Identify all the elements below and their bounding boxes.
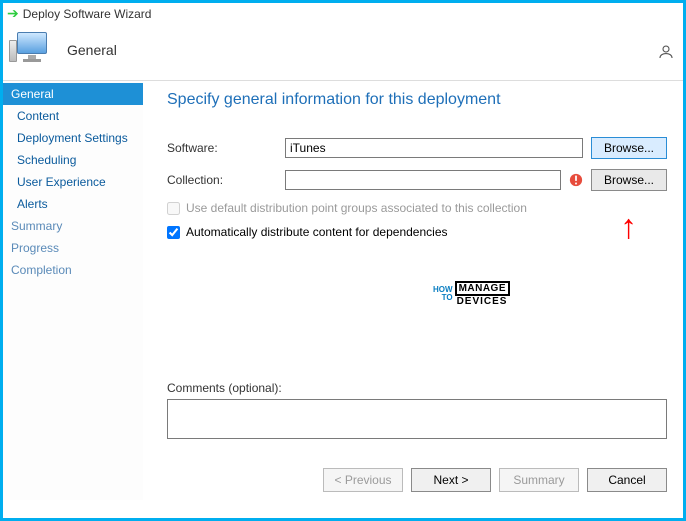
sidebar-item-user-experience[interactable]: User Experience: [3, 171, 143, 193]
title-bar: ➔ Deploy Software Wizard: [3, 3, 683, 24]
software-input[interactable]: [285, 138, 583, 158]
wizard-steps-sidebar: GeneralContentDeployment SettingsSchedul…: [3, 81, 143, 500]
browse-software-button[interactable]: Browse...: [591, 137, 667, 159]
default-dp-label: Use default distribution point groups as…: [186, 201, 527, 215]
page-heading: Specify general information for this dep…: [167, 91, 667, 109]
auto-distribute-row: Automatically distribute content for dep…: [167, 225, 667, 239]
cancel-button[interactable]: Cancel: [587, 468, 667, 492]
window-title: Deploy Software Wizard: [23, 7, 152, 21]
auto-distribute-label: Automatically distribute content for dep…: [186, 225, 448, 239]
comments-area: Comments (optional):: [167, 381, 667, 442]
warning-icon: [569, 173, 583, 187]
sidebar-item-progress[interactable]: Progress: [3, 237, 143, 259]
watermark-manage: MANAGE: [455, 281, 510, 296]
collection-label: Collection:: [167, 173, 277, 187]
computer-icon: [13, 30, 53, 70]
sidebar-item-alerts[interactable]: Alerts: [3, 193, 143, 215]
previous-button: < Previous: [323, 468, 403, 492]
wizard-header: General: [3, 24, 683, 80]
wizard-arrow-icon: ➔: [7, 5, 19, 22]
collection-input[interactable]: [285, 170, 561, 190]
sidebar-item-scheduling[interactable]: Scheduling: [3, 149, 143, 171]
watermark-to: TO: [433, 294, 453, 302]
sidebar-item-content[interactable]: Content: [3, 105, 143, 127]
comments-textarea[interactable]: [167, 399, 667, 439]
comments-label: Comments (optional):: [167, 381, 667, 395]
wizard-buttons: < Previous Next > Summary Cancel: [323, 468, 667, 492]
annotation-arrow-icon: ↑: [620, 217, 637, 237]
watermark-devices: DEVICES: [457, 296, 510, 307]
sidebar-item-deployment-settings[interactable]: Deployment Settings: [3, 127, 143, 149]
sidebar-item-general[interactable]: General: [3, 83, 143, 105]
header-section-title: General: [67, 42, 117, 58]
sidebar-item-completion[interactable]: Completion: [3, 259, 143, 281]
watermark: HOW TO MANAGE DEVICES: [433, 281, 510, 307]
wizard-content: Specify general information for this dep…: [143, 81, 683, 500]
auto-distribute-checkbox[interactable]: [167, 226, 180, 239]
user-icon: [657, 43, 675, 61]
summary-button: Summary: [499, 468, 579, 492]
default-dp-checkbox: [167, 202, 180, 215]
collection-row: Collection: Browse...: [167, 169, 667, 191]
next-button[interactable]: Next >: [411, 468, 491, 492]
sidebar-item-summary[interactable]: Summary: [3, 215, 143, 237]
browse-collection-button[interactable]: Browse...: [591, 169, 667, 191]
software-label: Software:: [167, 141, 277, 155]
default-dp-row: Use default distribution point groups as…: [167, 201, 667, 215]
software-row: Software: Browse...: [167, 137, 667, 159]
